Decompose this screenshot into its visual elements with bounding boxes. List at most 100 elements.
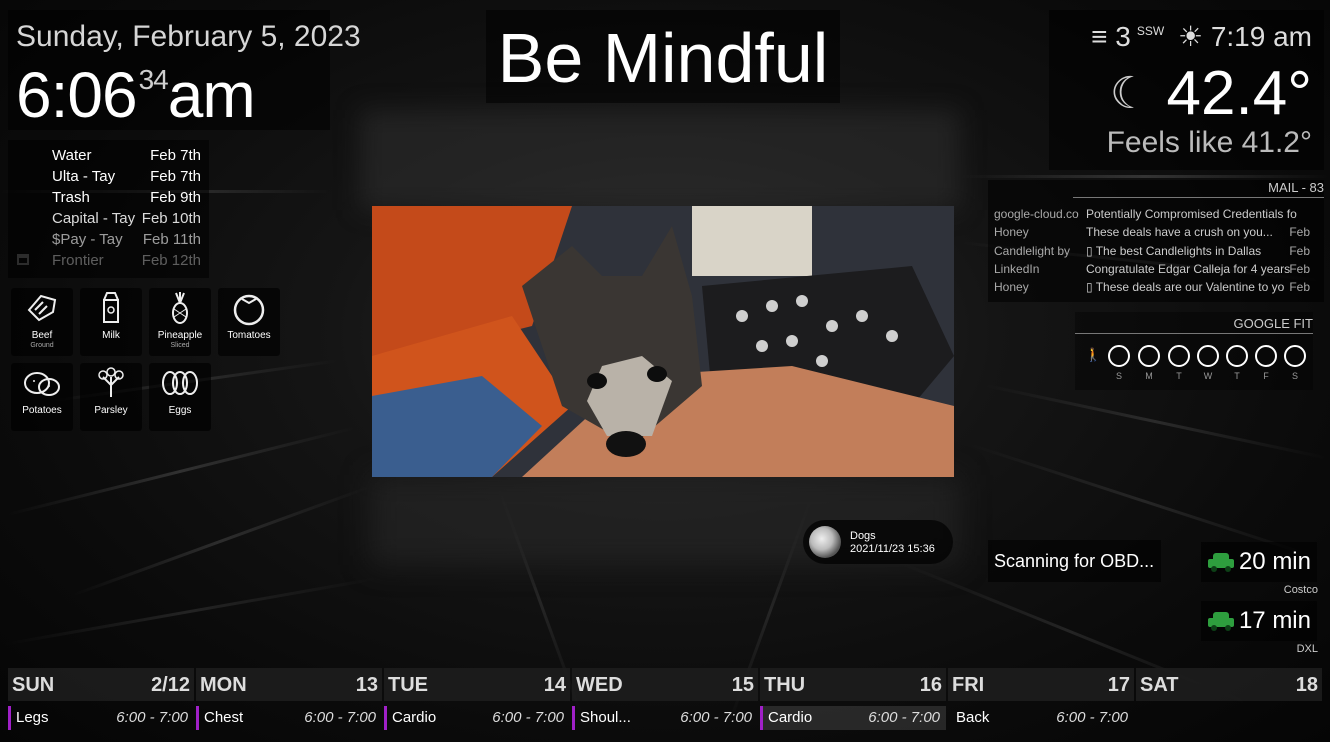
mail-row[interactable]: Candlelight by ▯ The best Candlelights in… — [994, 244, 1310, 262]
meat-icon — [11, 290, 73, 328]
eggs-icon — [149, 365, 211, 403]
calendar-day: MON 13 Chest 6:00 - 7:00 — [196, 668, 382, 734]
mail-subject: ▯ The best Candlelights in Dallas — [1086, 244, 1262, 258]
mail-subject: Congratulate Edgar Calleja for 4 years — [1086, 262, 1291, 276]
grocery-item-eggs[interactable]: Eggs — [149, 363, 211, 431]
list-item: Water Feb 7th — [8, 145, 209, 166]
day-date: 18 — [1295, 674, 1318, 696]
mail-sender: Honey — [994, 280, 1029, 294]
weather-widget: ≡ 3 SSW ☀ 7:19 am ☾ 42.4° Feels like 41.2… — [1049, 10, 1324, 170]
travel-destination: Costco — [1283, 584, 1318, 596]
day-name: WED — [576, 674, 623, 696]
mail-sender: LinkedIn — [994, 262, 1040, 276]
chore-name: $Pay - Tay — [52, 231, 123, 248]
event-time: 6:00 - 7:00 — [1056, 709, 1128, 726]
current-date: Sunday, February 5, 2023 — [16, 20, 361, 53]
photo-info-tag: Dogs 2021/11/23 15:36 — [803, 520, 953, 564]
activity-ring — [1255, 345, 1277, 367]
travel-time-dxl: 17 min — [1201, 601, 1317, 641]
calendar-event[interactable]: Legs 6:00 - 7:00 — [8, 706, 194, 730]
sunrise-icon: ☀ — [1177, 21, 1204, 52]
chore-name: Frontier — [52, 252, 104, 269]
event-time: 6:00 - 7:00 — [680, 709, 752, 726]
mail-row[interactable]: google-cloud.co Potentially Compromised C… — [994, 207, 1310, 225]
wind-direction: SSW — [1136, 24, 1165, 38]
list-item: $Pay - Tay Feb 11th — [8, 229, 209, 250]
day-name: MON — [200, 674, 247, 696]
calendar-event[interactable]: Cardio 6:00 - 7:00 — [384, 706, 570, 730]
grocery-label: Beef — [31, 330, 53, 341]
calendar-event[interactable]: Cardio 6:00 - 7:00 — [760, 706, 946, 730]
activity-ring — [1168, 345, 1190, 367]
calendar-event[interactable]: Chest 6:00 - 7:00 — [196, 706, 382, 730]
mail-date: Feb — [1289, 244, 1310, 258]
grocery-item-potatoes[interactable]: Potatoes — [11, 363, 73, 431]
dog-photo[interactable] — [372, 206, 954, 477]
event-time: 6:00 - 7:00 — [304, 709, 376, 726]
mail-row[interactable]: Honey These deals have a crush on you... F… — [994, 225, 1310, 243]
time-seconds: 34 — [138, 64, 169, 95]
mail-sender: Candlelight by — [994, 244, 1071, 258]
event-time: 6:00 - 7:00 — [868, 709, 940, 726]
wind-icon: ≡ — [1091, 21, 1108, 52]
chore-name: Trash — [52, 189, 90, 206]
quote-text: Be Mindful — [497, 19, 829, 97]
travel-minutes: 20 min — [1238, 548, 1311, 575]
photo-timestamp: 2021/11/23 15:36 — [850, 543, 935, 555]
current-temperature: 42.4° — [1166, 59, 1312, 128]
chore-date: Feb 11th — [142, 231, 201, 248]
event-time: 6:00 - 7:00 — [492, 709, 564, 726]
wind-sunrise-line: ≡ 3 SSW ☀ 7:19 am — [1091, 20, 1312, 53]
chores-list: Water Feb 7th Ulta - Tay Feb 7th Trash Feb … — [8, 140, 209, 278]
activity-ring — [1226, 345, 1248, 367]
event-title: Legs — [16, 709, 49, 726]
mail-row[interactable]: LinkedIn Congratulate Edgar Calleja for 4… — [994, 262, 1310, 280]
car-icon — [1208, 611, 1234, 631]
event-title: Cardio — [768, 709, 813, 726]
grocery-item-parsley[interactable]: Parsley — [80, 363, 142, 431]
travel-time-costco: 20 min — [1201, 542, 1317, 582]
car-icon — [1208, 552, 1234, 572]
mail-row[interactable]: Honey ▯ These deals are our Valentine to … — [994, 280, 1310, 298]
day-name: TUE — [388, 674, 428, 696]
day-date: 15 — [731, 674, 754, 696]
mail-date: Feb — [1289, 280, 1310, 294]
grocery-item-tomatoes[interactable]: Tomatoes — [218, 288, 280, 356]
mail-date: Feb — [1289, 225, 1310, 239]
pineapple-icon — [149, 290, 211, 328]
grocery-item-beef[interactable]: Beef Ground — [11, 288, 73, 356]
mail-sender: google-cloud.co — [994, 207, 1079, 221]
calendar-icon — [17, 254, 29, 265]
grocery-label: Parsley — [94, 405, 128, 416]
grocery-item-milk[interactable]: Milk — [80, 288, 142, 356]
grocery-label: Potatoes — [22, 405, 62, 416]
calendar-day: FRI 17 Back 6:00 - 7:00 — [948, 668, 1134, 734]
time-hours-minutes: 6:06 — [16, 59, 138, 131]
calendar-day: TUE 14 Cardio 6:00 - 7:00 — [384, 668, 570, 734]
mail-subject: These deals have a crush on you... — [1086, 225, 1273, 239]
activity-ring — [1284, 345, 1306, 367]
day-date: 2/12 — [151, 674, 190, 696]
day-date: 17 — [1107, 674, 1130, 696]
album-avatar — [809, 526, 841, 558]
calendar-day: SAT 18 — [1136, 668, 1322, 734]
fit-day-label: W — [1203, 371, 1213, 381]
potato-icon — [11, 365, 73, 403]
event-title: Back — [956, 709, 990, 726]
day-name: THU — [764, 674, 806, 696]
fit-day-label: S — [1115, 371, 1122, 381]
day-name: SUN — [12, 674, 55, 696]
grocery-item-pineapple[interactable]: Pineapple Sliced — [149, 288, 211, 356]
calendar-event[interactable]: Shoul... 6:00 - 7:00 — [572, 706, 758, 730]
feels-like-temperature: Feels like 41.2° — [1106, 126, 1312, 159]
grocery-sublabel: Sliced — [170, 342, 190, 349]
tomato-icon — [218, 290, 280, 328]
day-date: 14 — [543, 674, 566, 696]
calendar-event[interactable]: Back 6:00 - 7:00 — [948, 706, 1134, 730]
calendar-day: THU 16 Cardio 6:00 - 7:00 — [760, 668, 946, 734]
fit-title: GOOGLE FIT — [1075, 316, 1313, 334]
event-time: 6:00 - 7:00 — [116, 709, 188, 726]
current-time: 6:0634am — [16, 58, 256, 132]
grocery-label: Pineapple — [157, 330, 203, 341]
mail-title: MAIL - 83 — [1073, 180, 1324, 198]
